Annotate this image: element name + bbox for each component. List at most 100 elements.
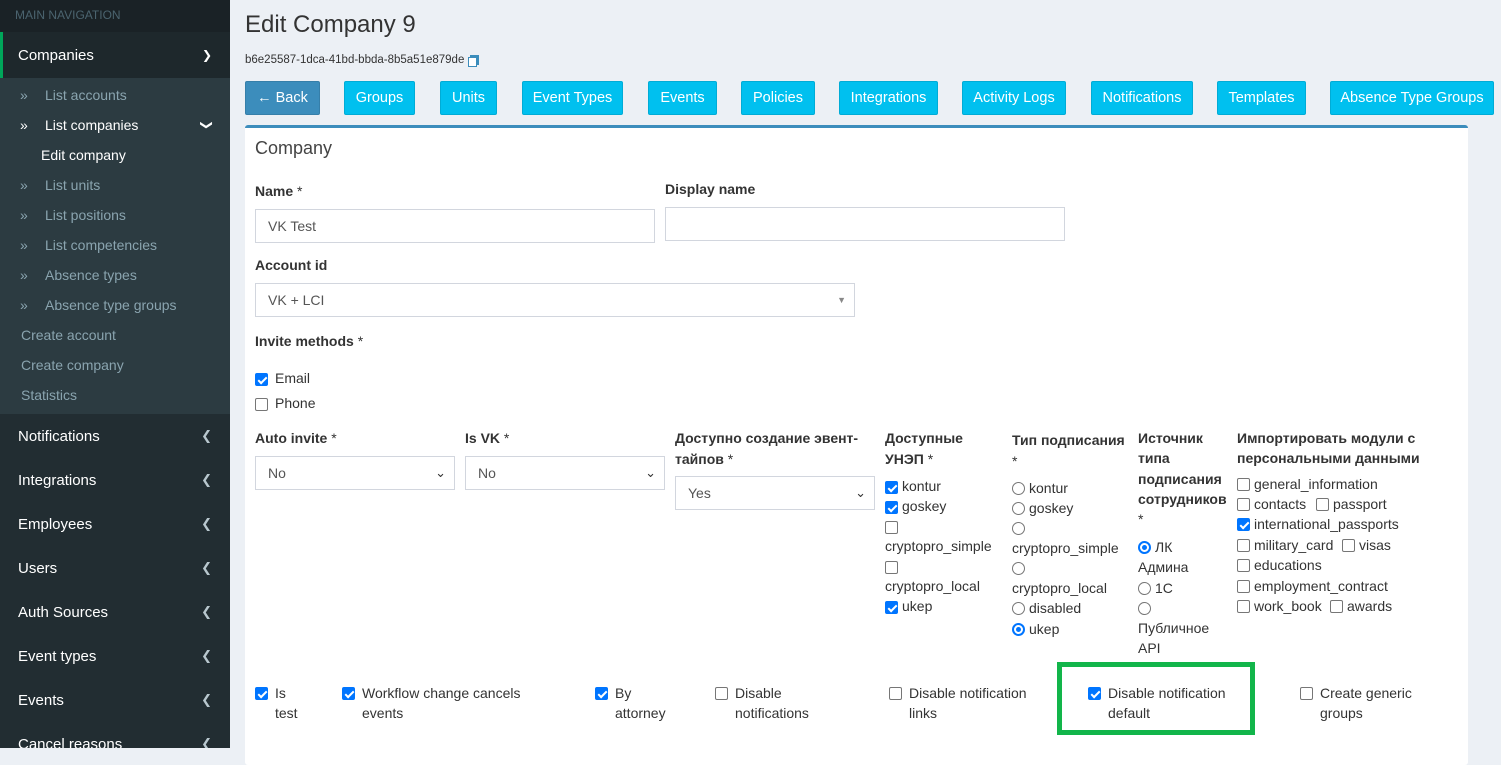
name-input[interactable]: VK Test <box>255 209 655 243</box>
module-work-book-checkbox[interactable] <box>1237 600 1250 613</box>
sidebar-item-list-positions[interactable]: » List positions <box>0 200 230 230</box>
sign-disabled-radio[interactable] <box>1012 602 1025 615</box>
sign-cryptopro-local-radio[interactable] <box>1012 562 1025 575</box>
sidebar-item-absence-types[interactable]: » Absence types <box>0 260 230 290</box>
notifications-button[interactable]: Notifications <box>1091 81 1193 115</box>
module-international-passports-label: international_passports <box>1254 516 1399 532</box>
event-create-select[interactable]: Yes ⌄ <box>675 476 875 510</box>
sidebar-item-events[interactable]: Events ❮ <box>0 678 230 722</box>
sidebar-item-edit-company[interactable]: Edit company <box>0 140 230 170</box>
source-lk-label: ЛК <box>1155 539 1173 555</box>
unep-cryptopro-local-label: cryptopro_local <box>885 578 980 594</box>
auto-invite-select[interactable]: No ⌄ <box>255 456 455 490</box>
module-employment-contract-checkbox[interactable] <box>1237 580 1250 593</box>
required-mark: * <box>727 451 734 467</box>
source-public-label: Публичное <box>1138 620 1210 636</box>
display-name-input[interactable] <box>665 207 1065 241</box>
sidebar-item-label: Notifications <box>18 427 100 445</box>
integrations-button[interactable]: Integrations <box>839 81 938 115</box>
policies-button[interactable]: Policies <box>741 81 815 115</box>
source-lk-admin-radio[interactable] <box>1138 541 1151 554</box>
sign-ukep-radio[interactable] <box>1012 623 1025 636</box>
sidebar-item-event-types[interactable]: Event types ❮ <box>0 634 230 678</box>
source-1c-label: 1С <box>1155 580 1173 596</box>
sidebar-item-users[interactable]: Users ❮ <box>0 546 230 590</box>
activity-logs-button[interactable]: Activity Logs <box>962 81 1066 115</box>
double-chevron-right-icon: » <box>20 117 28 133</box>
required-mark: * <box>503 430 510 446</box>
is-vk-select[interactable]: No ⌄ <box>465 456 665 490</box>
module-employment-contract-label: employment_contract <box>1254 578 1388 594</box>
unep-kontur-checkbox[interactable] <box>885 481 898 494</box>
companies-submenu: » List accounts » List companies ❯ Edit … <box>0 78 230 414</box>
sidebar-item-notifications[interactable]: Notifications ❮ <box>0 414 230 458</box>
absence-type-groups-button[interactable]: Absence Type Groups <box>1330 81 1494 115</box>
sidebar-item-label: Create company <box>21 357 124 373</box>
sidebar-item-companies[interactable]: Companies ❯ <box>0 32 230 78</box>
page-title: Edit Company 9 <box>245 11 416 38</box>
sidebar-item-integrations[interactable]: Integrations ❮ <box>0 458 230 502</box>
is-vk-value: No <box>478 465 496 481</box>
phone-checkbox[interactable] <box>255 398 268 411</box>
groups-button[interactable]: Groups <box>344 81 415 115</box>
back-button[interactable]: ← Back <box>245 81 320 115</box>
units-button[interactable]: Units <box>440 81 497 115</box>
by-attorney-line1: By <box>615 685 632 701</box>
sidebar-item-list-companies[interactable]: » List companies ❯ <box>0 110 230 140</box>
templates-button[interactable]: Templates <box>1217 81 1306 115</box>
sidebar-item-statistics[interactable]: Statistics <box>0 380 230 410</box>
workflow-cancels-checkbox[interactable] <box>342 687 355 700</box>
unep-cryptopro-local-checkbox[interactable] <box>885 561 898 574</box>
sidebar-item-list-units[interactable]: » List units <box>0 170 230 200</box>
box-title: Company <box>255 138 333 158</box>
source-label-line2: типа <box>1138 450 1170 467</box>
sign-kontur-label: kontur <box>1029 480 1068 496</box>
source-1c-radio[interactable] <box>1138 582 1151 595</box>
unep-goskey-checkbox[interactable] <box>885 501 898 514</box>
module-military-card-checkbox[interactable] <box>1237 539 1250 552</box>
module-educations-checkbox[interactable] <box>1237 559 1250 572</box>
sign-cryptopro-simple-radio[interactable] <box>1012 522 1025 535</box>
copy-icon[interactable] <box>468 54 480 67</box>
account-select-value: VK + LCI <box>268 292 325 308</box>
sidebar-item-create-company[interactable]: Create company <box>0 350 230 380</box>
sidebar-item-list-accounts[interactable]: » List accounts <box>0 80 230 110</box>
disable-notification-links-label: Disable notification links <box>909 683 1027 723</box>
is-test-checkbox[interactable] <box>255 687 268 700</box>
events-button[interactable]: Events <box>648 81 717 115</box>
sidebar-item-auth-sources[interactable]: Auth Sources ❮ <box>0 590 230 634</box>
sidebar-item-cancel-reasons[interactable]: Cancel reasons ❮ <box>0 722 230 749</box>
unep-ukep-checkbox[interactable] <box>885 601 898 614</box>
auto-invite-label-text: Auto invite <box>255 430 328 446</box>
disable-links-line1: Disable notification <box>909 685 1027 701</box>
create-generic-line2: groups <box>1320 705 1363 721</box>
disable-notification-links-checkbox[interactable] <box>889 687 902 700</box>
sidebar-item-create-account[interactable]: Create account <box>0 320 230 350</box>
unep-cryptopro-simple-checkbox[interactable] <box>885 521 898 534</box>
module-international-passports-checkbox[interactable] <box>1237 518 1250 531</box>
sign-goskey-radio[interactable] <box>1012 502 1025 515</box>
required-mark: * <box>357 333 364 349</box>
double-chevron-right-icon: » <box>20 87 28 103</box>
sidebar-item-absence-type-groups[interactable]: » Absence type groups <box>0 290 230 320</box>
auto-invite-label: Auto invite * <box>255 430 337 446</box>
sign-kontur-radio[interactable] <box>1012 482 1025 495</box>
account-select[interactable]: VK + LCI ▼ <box>255 283 855 317</box>
module-general-information-checkbox[interactable] <box>1237 478 1250 491</box>
module-contacts-checkbox[interactable] <box>1237 498 1250 511</box>
sidebar-item-label: Events <box>18 691 64 709</box>
create-generic-groups-checkbox[interactable] <box>1300 687 1313 700</box>
sidebar-item-employees[interactable]: Employees ❮ <box>0 502 230 546</box>
by-attorney-checkbox[interactable] <box>595 687 608 700</box>
event-types-button[interactable]: Event Types <box>522 81 623 115</box>
sidebar-item-list-competencies[interactable]: » List competencies <box>0 230 230 260</box>
module-passport-checkbox[interactable] <box>1316 498 1329 511</box>
sidebar-item-label: Event types <box>18 647 97 665</box>
module-awards-checkbox[interactable] <box>1330 600 1343 613</box>
chevron-down-icon: ⌄ <box>645 465 656 480</box>
email-checkbox[interactable] <box>255 373 268 386</box>
auto-invite-value: No <box>268 465 286 481</box>
module-visas-checkbox[interactable] <box>1342 539 1355 552</box>
disable-notifications-checkbox[interactable] <box>715 687 728 700</box>
source-public-api-radio[interactable] <box>1138 602 1151 615</box>
